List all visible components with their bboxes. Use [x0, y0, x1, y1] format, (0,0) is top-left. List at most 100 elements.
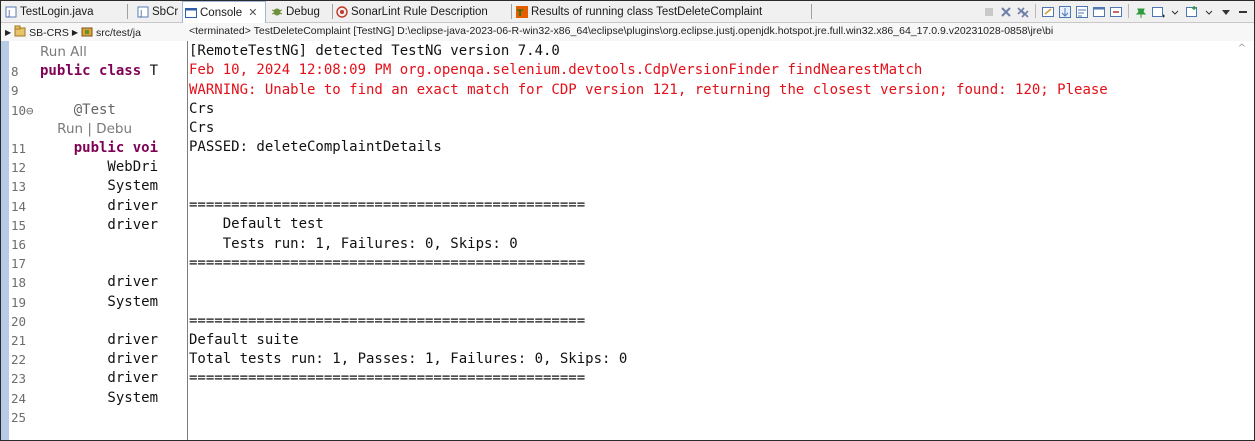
- chevron-right-icon: ▶: [5, 28, 12, 37]
- toolbar-separator: [1035, 4, 1036, 18]
- line-number: 10⊖: [11, 102, 34, 118]
- editor-line[interactable]: 23 driver: [1, 369, 187, 388]
- tab-separator: [127, 4, 128, 19]
- line-number: 11: [11, 141, 27, 156]
- tab-console[interactable]: Console ✕: [182, 1, 266, 23]
- code-text: public class T: [40, 63, 159, 80]
- view-tab-bar: J TestLogin.java J SbCr Console ✕ Debug: [1, 1, 1254, 23]
- console-line: ========================================…: [189, 370, 586, 387]
- editor-line[interactable]: 18 driver: [1, 273, 187, 292]
- console-line: Default test: [189, 216, 324, 233]
- tab-sbcr[interactable]: J SbCr: [135, 1, 181, 22]
- source-folder-icon: [81, 25, 93, 40]
- line-number: 21: [11, 333, 27, 348]
- editor-line[interactable]: 24 System: [1, 389, 187, 408]
- line-number: 15: [11, 217, 27, 233]
- console-icon: [185, 7, 197, 19]
- editor-line[interactable]: 21 driver: [1, 331, 187, 350]
- editor-line[interactable]: 12 WebDri: [1, 158, 187, 177]
- code-text: driver: [40, 197, 159, 214]
- open-console-icon[interactable]: [1185, 4, 1199, 18]
- console-line: Crs: [189, 120, 215, 136]
- code-text: WebDri: [40, 159, 159, 176]
- editor-line[interactable]: 11 public voi: [1, 139, 187, 158]
- editor-line[interactable]: 9: [1, 81, 187, 100]
- java-file-icon: J: [5, 6, 17, 18]
- editor-line[interactable]: 8 public class T: [1, 62, 187, 81]
- console-process-header: <terminated> TestDeleteComplaint [TestNG…: [189, 25, 1054, 37]
- line-number: 20: [11, 313, 27, 329]
- line-number: 13: [11, 179, 27, 195]
- line-number: 12: [11, 160, 27, 176]
- word-wrap-icon[interactable]: [1075, 4, 1089, 18]
- code-text: driver: [40, 370, 159, 387]
- close-icon[interactable]: ✕: [248, 6, 257, 19]
- show-console-on-output-icon[interactable]: [1092, 4, 1106, 18]
- code-text: @Test: [40, 101, 116, 118]
- view-menu-icon[interactable]: [1219, 4, 1233, 18]
- editor-line[interactable]: 22 driver: [1, 350, 187, 369]
- code-text: driver: [40, 351, 159, 368]
- java-file-icon: J: [137, 6, 149, 18]
- tab-debug[interactable]: Debug: [269, 1, 332, 22]
- java-editor[interactable]: Run All 8 public class T 9 10⊖ @Test Run | D…: [1, 41, 187, 440]
- code-text: driver: [40, 274, 159, 291]
- editor-line[interactable]: 15 driver: [1, 216, 187, 235]
- testng-icon: T: [516, 5, 528, 19]
- line-number: 9: [11, 83, 19, 99]
- debug-icon: [271, 6, 283, 18]
- tab-separator: [511, 4, 512, 19]
- editor-line[interactable]: 17: [1, 254, 187, 273]
- show-console-on-error-icon[interactable]: [1109, 4, 1123, 18]
- minimize-icon[interactable]: [1236, 4, 1250, 18]
- chevron-down-icon[interactable]: [1168, 4, 1182, 18]
- remove-launch-icon[interactable]: [999, 4, 1013, 18]
- tab-separator: [811, 4, 812, 19]
- editor-line[interactable]: 13 System: [1, 177, 187, 196]
- editor-line[interactable]: 25: [1, 408, 187, 427]
- view-divider: [187, 41, 188, 440]
- breadcrumb-project[interactable]: ▶ SB-CRS ▶ src/test/ja: [5, 25, 141, 40]
- editor-line[interactable]: 20: [1, 312, 187, 331]
- tab-separator: [332, 4, 333, 19]
- console-line: Default suite: [189, 331, 299, 348]
- scroll-lock-icon[interactable]: [1058, 4, 1072, 18]
- code-text: System: [40, 178, 159, 195]
- editor-line[interactable]: Run | Debu: [1, 120, 187, 139]
- editor-line[interactable]: 16: [1, 235, 187, 254]
- console-line: ========================================…: [189, 312, 586, 329]
- line-number: 17: [11, 256, 27, 272]
- code-text: System: [40, 389, 159, 406]
- editor-line[interactable]: Run All: [1, 43, 187, 62]
- line-number: 19: [11, 294, 27, 310]
- ide-window: J TestLogin.java J SbCr Console ✕ Debug: [0, 0, 1255, 441]
- editor-line[interactable]: 10⊖ @Test: [1, 101, 187, 120]
- code-text: driver: [40, 332, 159, 348]
- tab-results-testdeletecomplaint[interactable]: T Results of running class TestDeleteCom…: [514, 1, 810, 22]
- line-number: 8: [11, 64, 19, 80]
- clear-console-icon[interactable]: [1041, 4, 1055, 18]
- code-lens[interactable]: Run All: [40, 43, 87, 62]
- line-number: 22: [11, 352, 27, 368]
- remove-all-terminated-icon[interactable]: [1016, 4, 1030, 18]
- chevron-down-icon[interactable]: [1202, 4, 1216, 18]
- svg-text:J: J: [139, 9, 142, 18]
- display-selected-console-icon[interactable]: [1151, 4, 1165, 18]
- editor-line[interactable]: 19 System: [1, 293, 187, 312]
- scroll-up-arrow[interactable]: ^: [1238, 43, 1246, 54]
- console-line: ========================================…: [189, 254, 586, 271]
- terminate-icon[interactable]: [982, 4, 996, 18]
- chevron-right-icon: ▶: [71, 28, 78, 37]
- line-number: 16: [11, 237, 27, 252]
- code-lens[interactable]: Run | Debu: [40, 120, 132, 139]
- console-output[interactable]: [RemoteTestNG] detected TestNG version 7…: [189, 41, 1239, 440]
- editor-line[interactable]: 14 driver: [1, 197, 187, 216]
- project-icon: [14, 25, 26, 40]
- console-line: Total tests run: 1, Passes: 1, Failures:…: [189, 351, 628, 367]
- console-error-line: WARNING: Unable to find an exact match f…: [189, 81, 1108, 98]
- svg-text:T: T: [517, 9, 524, 18]
- line-number: 25: [11, 409, 27, 425]
- pin-console-icon[interactable]: [1134, 4, 1148, 18]
- tab-testlogin-java[interactable]: J TestLogin.java: [3, 1, 125, 22]
- tab-sonarlint-rule-description[interactable]: SonarLint Rule Description: [334, 1, 511, 22]
